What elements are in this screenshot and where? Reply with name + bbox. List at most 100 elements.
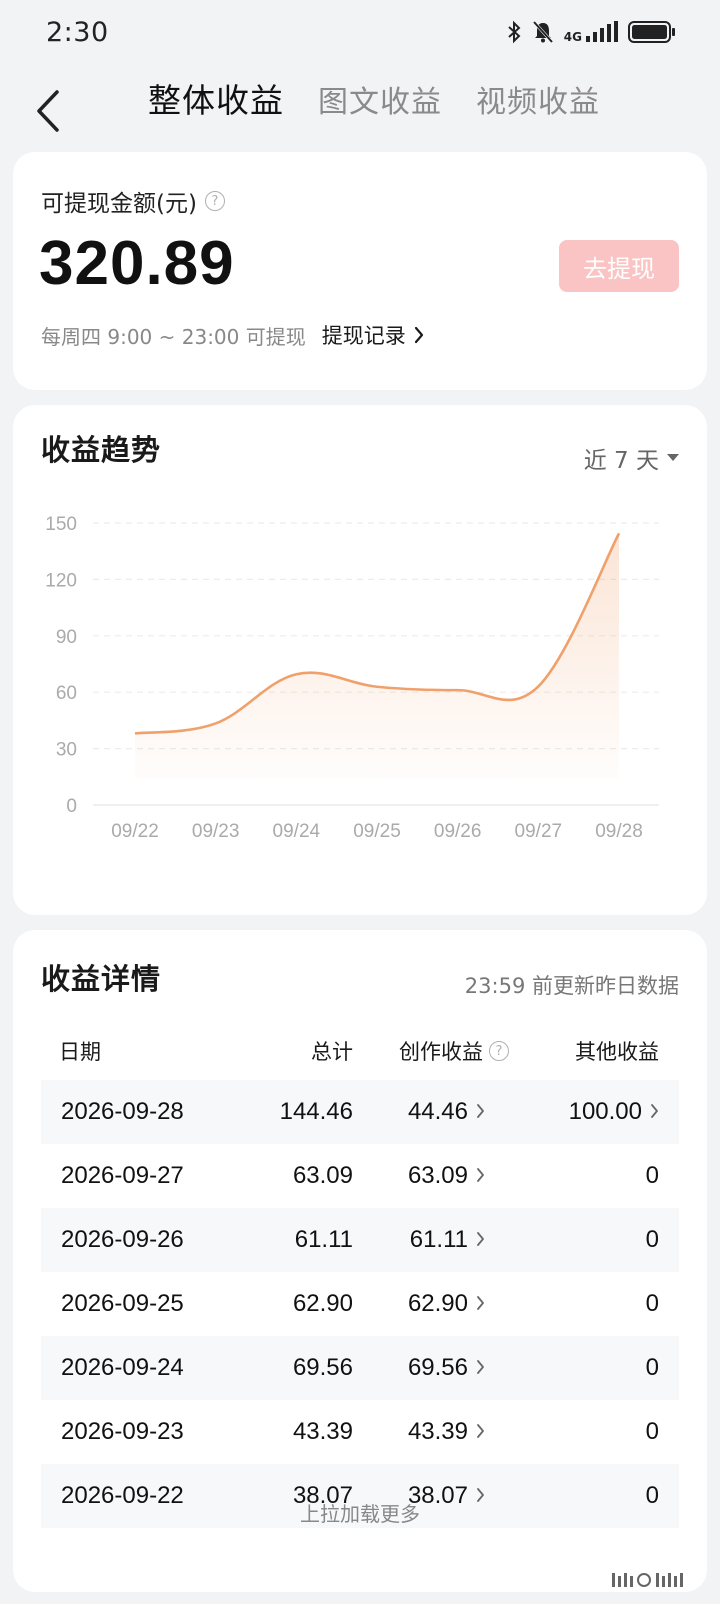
row-date: 2026-09-26 <box>61 1226 184 1253</box>
withdraw-record-label: 提现记录 <box>321 324 406 348</box>
row-date: 2026-09-28 <box>61 1098 184 1125</box>
withdraw-record-link[interactable]: 提现记录 <box>322 320 424 350</box>
scroll-indicator-icon <box>612 1573 683 1587</box>
row-create-earnings[interactable]: 69.56 <box>408 1354 485 1382</box>
x-tick-label: 09/27 <box>515 821 563 842</box>
column-header-total: 总计 <box>311 1040 353 1064</box>
status-bar: 2:30 4G <box>0 0 720 64</box>
balance-amount: 320.89 <box>39 229 235 298</box>
balance-label: 可提现金额(元) <box>41 191 197 217</box>
signal-group: 4G <box>564 21 618 43</box>
row-create-value: 62.90 <box>407 1290 468 1317</box>
detail-title: 收益详情 <box>41 962 162 996</box>
row-date: 2026-09-24 <box>61 1354 184 1381</box>
chevron-right-icon <box>476 1098 485 1126</box>
table-row: 2026-09-28 144.46 44.46 100.00 <box>41 1080 679 1144</box>
x-tick-label: 09/23 <box>192 821 240 842</box>
tab-article-earnings[interactable]: 图文收益 <box>318 77 442 121</box>
trend-title: 收益趋势 <box>41 433 162 467</box>
chevron-right-icon <box>476 1354 485 1382</box>
caret-down-icon <box>667 454 679 461</box>
network-label: 4G <box>563 30 582 44</box>
row-create-earnings[interactable]: 44.46 <box>408 1098 485 1126</box>
earnings-tabs: 整体收益 图文收益 视频收益 <box>148 74 600 122</box>
balance-label-row: 可提现金额(元) ? <box>41 184 225 218</box>
table-row: 2026-09-26 61.11 61.11 0 <box>41 1208 679 1272</box>
table-row: 2026-09-23 43.39 43.39 0 <box>41 1400 679 1464</box>
row-total: 43.39 <box>292 1418 353 1445</box>
x-tick-label: 09/26 <box>434 821 482 842</box>
withdraw-schedule-note: 每周四 9:00 ~ 23:00 可提现 <box>41 324 306 349</box>
row-create-earnings[interactable]: 43.39 <box>408 1418 485 1446</box>
row-other-earnings[interactable]: 100.00 <box>569 1098 659 1126</box>
top-nav: 整体收益 图文收益 视频收益 <box>0 66 720 150</box>
help-icon[interactable]: ? <box>489 1041 509 1061</box>
trend-chart: 0 30 60 90 120 150 09/22 09/23 09/24 09/25 09/26 0… <box>45 514 659 842</box>
chevron-right-icon <box>476 1418 485 1446</box>
y-tick-label: 150 <box>45 514 77 535</box>
trend-card: 收益趋势 近 7 天 0 30 60 90 120 150 09/22 09/23 09/24… <box>13 405 707 915</box>
update-note: 23:59 前更新昨日数据 <box>464 974 679 998</box>
row-total: 61.11 <box>294 1226 353 1253</box>
y-tick-label: 0 <box>66 796 77 817</box>
column-header-create-group: 创作收益 ? <box>399 1036 509 1066</box>
x-tick-label: 09/22 <box>111 821 159 842</box>
x-tick-label: 09/24 <box>273 821 321 842</box>
row-create-value: 43.39 <box>407 1418 468 1445</box>
table-row: 2026-09-27 63.09 63.09 0 <box>41 1144 679 1208</box>
withdraw-note-row: 每周四 9:00 ~ 23:00 可提现 提现记录 <box>41 320 424 350</box>
x-tick-label: 09/25 <box>353 821 401 842</box>
chevron-right-icon <box>414 326 423 344</box>
tab-video-earnings[interactable]: 视频收益 <box>476 77 600 121</box>
row-create-earnings[interactable]: 63.09 <box>408 1162 485 1190</box>
row-create-value: 69.56 <box>407 1354 468 1381</box>
earnings-table: 2026-09-28 144.46 44.46 100.00 2026-09-27 63.… <box>41 1080 679 1528</box>
balance-card: 可提现金额(元) ? 320.89 去提现 每周四 9:00 ~ 23:00 可… <box>13 152 707 390</box>
x-tick-label: 09/28 <box>595 821 643 842</box>
back-arrow-icon <box>37 90 59 132</box>
table-row: 2026-09-25 62.90 62.90 0 <box>41 1272 679 1336</box>
row-create-value: 61.11 <box>409 1226 468 1253</box>
row-total: 63.09 <box>292 1162 353 1189</box>
row-other-value: 0 <box>645 1226 659 1253</box>
range-label: 近 7 天 <box>583 448 659 474</box>
battery-icon <box>628 21 675 43</box>
signal-icon <box>586 21 618 42</box>
row-create-earnings[interactable]: 62.90 <box>408 1290 485 1318</box>
chevron-right-icon <box>476 1162 485 1190</box>
row-other-value: 100.00 <box>568 1098 642 1125</box>
row-date: 2026-09-27 <box>61 1162 184 1189</box>
help-icon[interactable]: ? <box>204 191 225 211</box>
chevron-right-icon <box>650 1098 659 1126</box>
row-other-value: 0 <box>645 1290 659 1317</box>
row-other-value: 0 <box>645 1418 659 1445</box>
chevron-right-icon <box>476 1226 485 1254</box>
bluetooth-icon <box>508 20 521 44</box>
back-button[interactable] <box>28 86 68 136</box>
column-header-other: 其他收益 <box>575 1040 659 1064</box>
row-total: 62.90 <box>292 1290 353 1317</box>
row-date: 2026-09-25 <box>61 1290 184 1317</box>
withdraw-button[interactable]: 去提现 <box>559 240 679 292</box>
detail-card: 收益详情 23:59 前更新昨日数据 日期 总计 创作收益 ? 其他收益 202… <box>13 930 707 1592</box>
row-create-value: 44.46 <box>407 1098 468 1125</box>
row-other-value: 0 <box>645 1354 659 1381</box>
row-other-earnings: 0 <box>646 1290 659 1318</box>
row-total: 69.56 <box>292 1354 353 1381</box>
chart-area-fill <box>135 533 619 779</box>
column-header-date: 日期 <box>59 1040 101 1064</box>
row-date: 2026-09-23 <box>61 1418 184 1445</box>
row-create-earnings[interactable]: 61.11 <box>410 1226 485 1254</box>
y-tick-label: 60 <box>56 683 77 704</box>
range-select[interactable]: 近 7 天 <box>584 441 679 475</box>
tab-overall-earnings[interactable]: 整体收益 <box>148 74 284 122</box>
y-tick-label: 30 <box>56 740 77 761</box>
row-other-earnings: 0 <box>646 1162 659 1190</box>
chevron-right-icon <box>476 1290 485 1318</box>
status-icons: 4G <box>506 20 676 44</box>
load-more-hint: 上拉加载更多 <box>300 1502 420 1526</box>
row-other-earnings: 0 <box>646 1418 659 1446</box>
row-total: 144.46 <box>279 1098 353 1125</box>
row-other-earnings: 0 <box>646 1226 659 1254</box>
row-create-value: 63.09 <box>407 1162 468 1189</box>
